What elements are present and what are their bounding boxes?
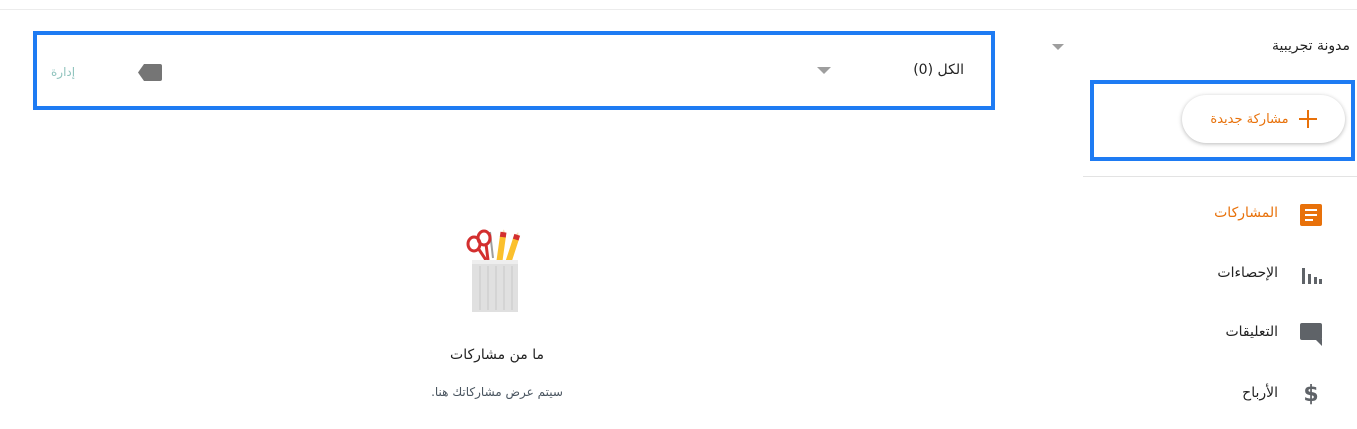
dollar-icon: $ bbox=[1303, 382, 1319, 407]
new-post-button[interactable]: مشاركة جديدة bbox=[1182, 95, 1345, 143]
comments-icon bbox=[1300, 323, 1322, 346]
sidebar-item-label: المشاركات bbox=[1214, 205, 1278, 221]
chevron-down-icon[interactable] bbox=[817, 67, 831, 74]
label-tag-icon[interactable] bbox=[138, 64, 162, 81]
sidebar-item-label: التعليقات bbox=[1225, 324, 1278, 340]
post-filter-dropdown[interactable]: الكل (0) bbox=[913, 62, 964, 78]
new-post-label: مشاركة جديدة bbox=[1210, 111, 1289, 127]
sidebar-item-stats[interactable]: الإحصاءات bbox=[1120, 254, 1330, 294]
sidebar-item-label: الأرباح bbox=[1242, 385, 1278, 401]
manage-labels-link[interactable]: إدارة bbox=[51, 65, 75, 79]
empty-state-title: ما من مشاركات bbox=[450, 347, 544, 363]
toolbar-highlight-frame bbox=[33, 31, 995, 110]
pencil-cup-illustration bbox=[466, 229, 521, 312]
stats-icon bbox=[1300, 264, 1322, 286]
sidebar-item-comments[interactable]: التعليقات bbox=[1120, 313, 1330, 353]
blog-selector[interactable]: مدونة تجريبية bbox=[1040, 34, 1350, 62]
sidebar-divider bbox=[1083, 176, 1357, 177]
sidebar-item-label: الإحصاءات bbox=[1217, 265, 1278, 281]
posts-icon bbox=[1300, 204, 1322, 226]
empty-state-subtitle: سيتم عرض مشاركاتك هنا. bbox=[431, 385, 563, 399]
blog-name: مدونة تجريبية bbox=[1272, 38, 1350, 54]
plus-icon bbox=[1298, 110, 1317, 128]
chevron-down-icon[interactable] bbox=[1052, 44, 1064, 50]
sidebar-item-earnings[interactable]: $ الأرباح bbox=[1120, 374, 1330, 414]
top-divider bbox=[0, 9, 1357, 10]
sidebar-item-posts[interactable]: المشاركات bbox=[1120, 194, 1330, 234]
